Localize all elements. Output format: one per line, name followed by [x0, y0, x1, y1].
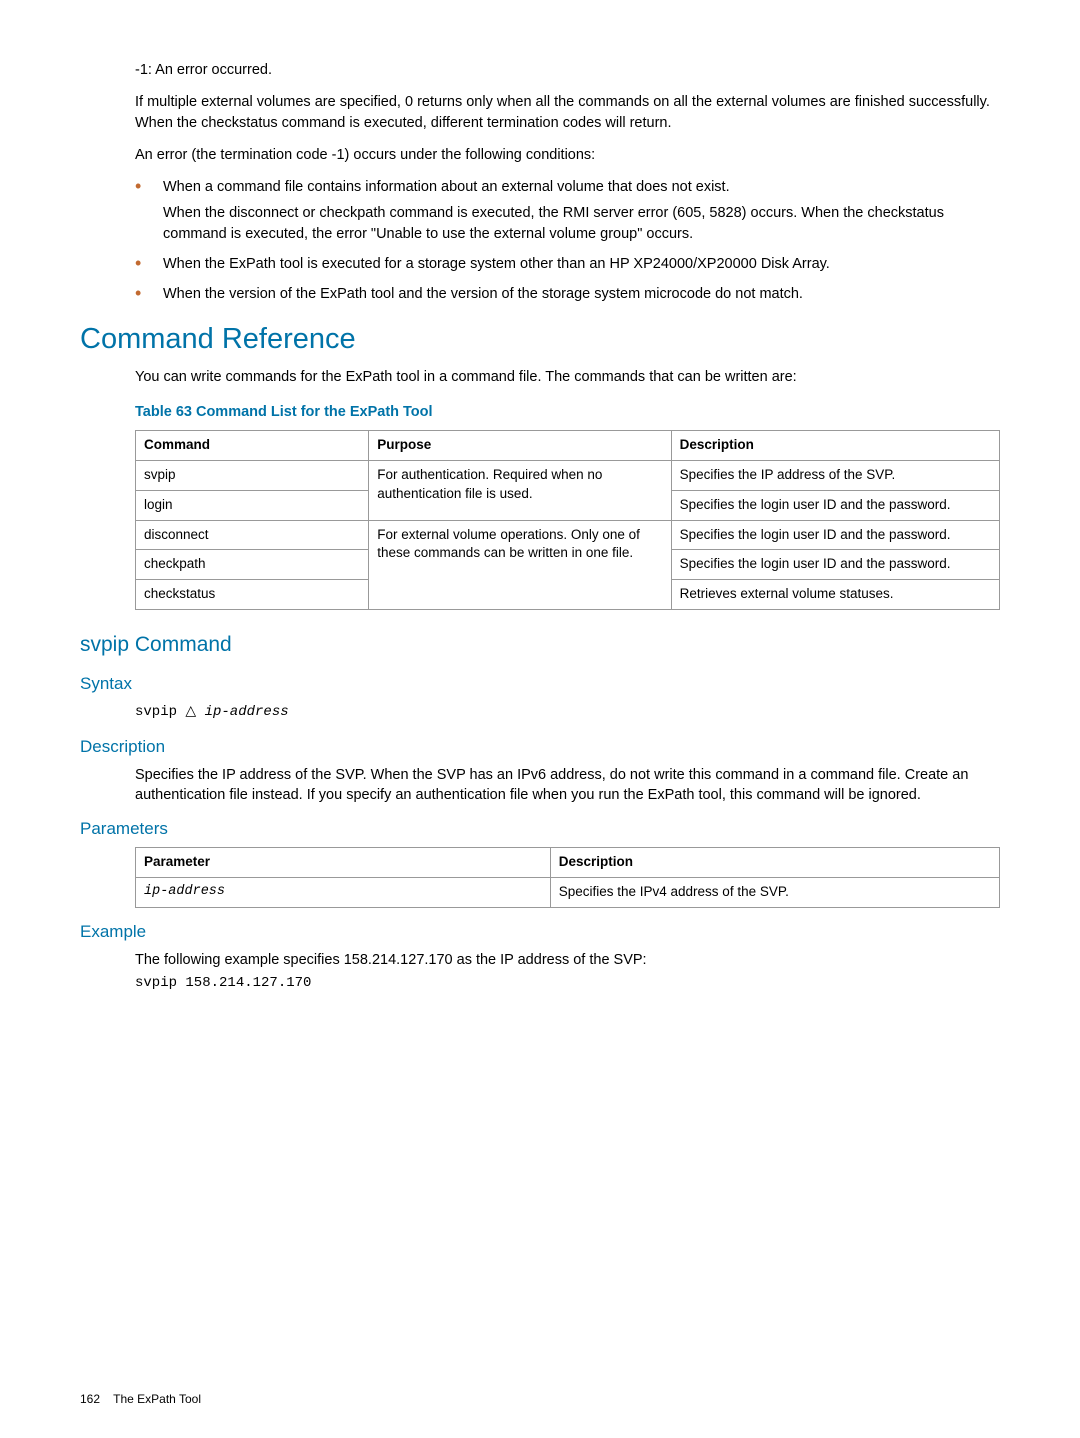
page-number: 162	[80, 1392, 100, 1406]
cell-desc: Specifies the login user ID and the pass…	[671, 550, 999, 580]
table-row: disconnect For external volume operation…	[136, 520, 1000, 550]
intro-line-2: If multiple external volumes are specifi…	[135, 92, 1000, 133]
cell-cmd: svpip	[136, 460, 369, 490]
cell-desc: Specifies the login user ID and the pass…	[671, 490, 999, 520]
bullet-text: When the version of the ExPath tool and …	[163, 284, 1000, 304]
syntax-prefix: svpip	[135, 704, 185, 720]
syntax-arg: ip-address	[196, 704, 288, 720]
command-reference-heading: Command Reference	[80, 319, 1000, 360]
intro-line-1: -1: An error occurred.	[135, 60, 1000, 80]
col-description: Description	[671, 430, 999, 460]
col-command: Command	[136, 430, 369, 460]
cell-param: ip-address	[136, 878, 551, 908]
bullet-text: When the ExPath tool is executed for a s…	[163, 254, 1000, 274]
bullet-item: When a command file contains information…	[135, 177, 1000, 244]
intro-line-3: An error (the termination code -1) occur…	[135, 145, 1000, 165]
command-list-table: Command Purpose Description svpip For au…	[135, 430, 1000, 610]
parameters-heading: Parameters	[80, 817, 1000, 841]
bullet-text: When a command file contains information…	[163, 177, 1000, 197]
bullet-item: When the ExPath tool is executed for a s…	[135, 254, 1000, 274]
parameters-table: Parameter Description ip-address Specifi…	[135, 847, 1000, 908]
table-header-row: Command Purpose Description	[136, 430, 1000, 460]
cell-desc: Specifies the login user ID and the pass…	[671, 520, 999, 550]
col-parameter: Parameter	[136, 848, 551, 878]
col-description: Description	[550, 848, 999, 878]
cell-desc: Specifies the IP address of the SVP.	[671, 460, 999, 490]
syntax-line: svpip △ ip-address	[135, 701, 1000, 723]
bullet-text-sub: When the disconnect or checkpath command…	[163, 203, 1000, 244]
description-para: Specifies the IP address of the SVP. Whe…	[135, 765, 1000, 806]
table-row: svpip For authentication. Required when …	[136, 460, 1000, 490]
cell-desc: Specifies the IPv4 address of the SVP.	[550, 878, 999, 908]
description-heading: Description	[80, 735, 1000, 759]
example-heading: Example	[80, 920, 1000, 944]
example-code: svpip 158.214.127.170	[135, 974, 1000, 994]
cell-cmd: login	[136, 490, 369, 520]
example-para: The following example specifies 158.214.…	[135, 950, 1000, 970]
syntax-heading: Syntax	[80, 672, 1000, 696]
table-caption: Table 63 Command List for the ExPath Too…	[135, 402, 1000, 422]
page-footer: 162 The ExPath Tool	[80, 1391, 201, 1408]
intro-bullet-list: When a command file contains information…	[135, 177, 1000, 304]
delta-icon: △	[185, 702, 196, 718]
footer-title: The ExPath Tool	[113, 1392, 201, 1406]
table-row: ip-address Specifies the IPv4 address of…	[136, 878, 1000, 908]
cell-cmd: checkpath	[136, 550, 369, 580]
cell-purpose: For external volume operations. Only one…	[369, 520, 671, 610]
table-header-row: Parameter Description	[136, 848, 1000, 878]
bullet-item: When the version of the ExPath tool and …	[135, 284, 1000, 304]
cell-cmd: checkstatus	[136, 580, 369, 610]
col-purpose: Purpose	[369, 430, 671, 460]
cell-cmd: disconnect	[136, 520, 369, 550]
cell-purpose: For authentication. Required when no aut…	[369, 460, 671, 520]
command-reference-para: You can write commands for the ExPath to…	[135, 367, 1000, 387]
svpip-command-heading: svpip Command	[80, 630, 1000, 659]
cell-desc: Retrieves external volume statuses.	[671, 580, 999, 610]
